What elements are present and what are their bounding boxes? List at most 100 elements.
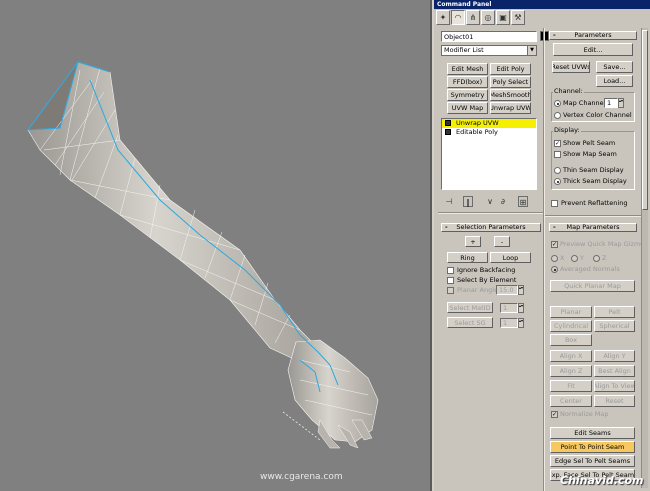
pelt-button[interactable]: Pelt <box>594 306 635 318</box>
show-end-result-icon[interactable]: ‖ <box>463 196 473 207</box>
edit-poly-button[interactable]: Edit Poly <box>490 63 531 75</box>
map-parameters-header[interactable]: - Map Parameters <box>549 223 637 232</box>
best-align-button[interactable]: Best Align <box>594 365 635 377</box>
show-pelt-seam-checkbox[interactable]: ✓ <box>554 140 561 147</box>
panel-divider <box>438 212 543 214</box>
scrollbar-thumb[interactable] <box>642 30 648 210</box>
reset-uvws-button[interactable]: Reset UVWs <box>552 61 590 73</box>
select-by-element-checkbox[interactable] <box>447 277 454 284</box>
z-radio[interactable] <box>593 255 600 262</box>
make-unique-icon[interactable]: ∨ <box>485 196 495 207</box>
command-panel-tabs: ✦ ◠ ⋔ ◎ ▣ ⚒ <box>436 10 525 26</box>
edge-sel-to-pelt-seams-button[interactable]: Edge Sel To Pelt Seams <box>550 455 635 467</box>
symmetry-button[interactable]: Symmetry <box>447 89 488 101</box>
point-to-point-seam-button[interactable]: Point To Point Seam <box>550 441 635 453</box>
edit-uvw-button[interactable]: Edit... <box>553 43 633 56</box>
save-button[interactable]: Save... <box>596 61 633 73</box>
sg-field[interactable]: 1 <box>500 318 518 328</box>
matid-spinner[interactable]: ▴▾ <box>518 303 524 313</box>
align-to-view-button[interactable]: Align To View <box>594 380 635 392</box>
preview-quick-map-gizmo-label: Preview Quick Map Gizmo <box>560 240 645 248</box>
averaged-normals-radio[interactable] <box>551 266 558 273</box>
map-channel-field[interactable]: 1 <box>604 98 618 108</box>
x-radio[interactable] <box>551 255 558 262</box>
preview-quick-map-gizmo-checkbox[interactable]: ✓ <box>551 241 558 248</box>
thin-seam-display-radio[interactable] <box>554 167 561 174</box>
planar-angle-checkbox[interactable] <box>447 287 454 294</box>
normalize-map-checkbox[interactable]: ✓ <box>551 411 558 418</box>
planar-angle-spinner[interactable]: ▴▾ <box>518 285 524 295</box>
remove-modifier-icon[interactable]: ∂ <box>498 196 508 207</box>
column-separator <box>543 28 545 491</box>
box-button[interactable]: Box <box>550 334 592 346</box>
cylindrical-button[interactable]: Cylindrical <box>550 320 592 332</box>
perspective-viewport[interactable]: www.cgarena.com <box>0 0 432 491</box>
reset-button[interactable]: Reset <box>594 395 635 407</box>
loop-button[interactable]: Loop <box>490 252 531 263</box>
command-panel-scrollbar[interactable] <box>641 28 648 488</box>
align-z-button[interactable]: Align Z <box>550 365 592 377</box>
spherical-button[interactable]: Spherical <box>594 320 635 332</box>
select-matid-button[interactable]: Select MatID <box>447 302 493 313</box>
ffd-box-button[interactable]: FFD(box) <box>447 76 488 88</box>
show-map-seam-label: Show Map Seam <box>563 150 617 158</box>
hierarchy-tab-icon[interactable]: ⋔ <box>466 10 480 25</box>
bulb-icon <box>445 120 451 126</box>
collapse-icon: - <box>445 223 448 231</box>
align-x-button[interactable]: Align X <box>550 350 592 362</box>
pin-stack-icon[interactable]: ⊣ <box>444 196 454 207</box>
command-panel-title: Command Panel <box>434 0 650 9</box>
sg-spinner[interactable]: ▴▾ <box>518 318 524 328</box>
planar-angle-field[interactable]: 15.0 <box>496 285 518 295</box>
stack-item-unwrap-uvw[interactable]: Unwrap UVW <box>442 119 536 128</box>
y-radio[interactable] <box>571 255 578 262</box>
edit-seams-button[interactable]: Edit Seams <box>550 427 635 439</box>
rollout-title: Map Parameters <box>566 223 620 231</box>
edit-mesh-button[interactable]: Edit Mesh <box>447 63 488 75</box>
poly-select-button[interactable]: Poly Select <box>490 76 531 88</box>
modify-tab-icon[interactable]: ◠ <box>451 10 465 25</box>
planar-button[interactable]: Planar <box>550 306 592 318</box>
ring-button[interactable]: Ring <box>447 252 488 263</box>
y-label: Y <box>580 254 584 262</box>
panel-divider <box>545 215 645 217</box>
parameters-header[interactable]: - Parameters <box>549 31 637 40</box>
modifier-stack[interactable]: Unwrap UVW Editable Poly <box>441 118 537 190</box>
center-button[interactable]: Center <box>550 395 592 407</box>
create-tab-icon[interactable]: ✦ <box>436 10 450 25</box>
display-group-label: Display: <box>553 126 581 134</box>
utilities-tab-icon[interactable]: ⚒ <box>511 10 525 25</box>
selection-parameters-header[interactable]: - Selection Parameters <box>441 223 541 232</box>
meshsmooth-button[interactable]: MeshSmooth <box>490 89 531 101</box>
thick-seam-display-radio[interactable] <box>554 178 561 185</box>
select-sg-button[interactable]: Select SG <box>447 317 493 328</box>
motion-tab-icon[interactable]: ◎ <box>481 10 495 25</box>
fit-button[interactable]: Fit <box>550 380 592 392</box>
vertex-color-channel-radio[interactable] <box>554 112 561 119</box>
arm-mesh-render <box>27 61 379 449</box>
z-label: Z <box>602 254 607 262</box>
load-button[interactable]: Load... <box>596 75 633 87</box>
object-name-field[interactable]: Object01 <box>441 31 537 42</box>
align-y-button[interactable]: Align Y <box>594 350 635 362</box>
shrink-selection-button[interactable]: - <box>494 236 510 247</box>
channel-group-label: Channel: <box>553 87 584 95</box>
unwrap-uvw-button[interactable]: Unwrap UVW <box>490 102 531 114</box>
quick-planar-map-button[interactable]: Quick Planar Map <box>550 280 635 292</box>
map-channel-radio[interactable] <box>554 100 561 107</box>
watermark-brand: Chinavid.com <box>560 474 644 487</box>
planar-angle-label: Planar Angle <box>457 286 499 294</box>
show-map-seam-checkbox[interactable] <box>554 151 561 158</box>
thick-seam-display-label: Thick Seam Display <box>563 177 627 185</box>
ignore-backfacing-checkbox[interactable] <box>447 267 454 274</box>
display-tab-icon[interactable]: ▣ <box>496 10 510 25</box>
modifier-list-dropdown[interactable]: Modifier List ▼ <box>441 45 537 56</box>
configure-modifier-sets-icon[interactable]: ⊞ <box>518 196 528 207</box>
grow-selection-button[interactable]: + <box>465 236 481 247</box>
show-pelt-seam-label: Show Pelt Seam <box>563 139 616 147</box>
map-channel-spinner[interactable]: ▴▾ <box>618 98 624 108</box>
prevent-reflattening-checkbox[interactable] <box>551 200 558 207</box>
stack-item-editable-poly[interactable]: Editable Poly <box>442 128 536 137</box>
matid-field[interactable]: 1 <box>500 303 518 313</box>
uvw-map-button[interactable]: UVW Map <box>447 102 488 114</box>
